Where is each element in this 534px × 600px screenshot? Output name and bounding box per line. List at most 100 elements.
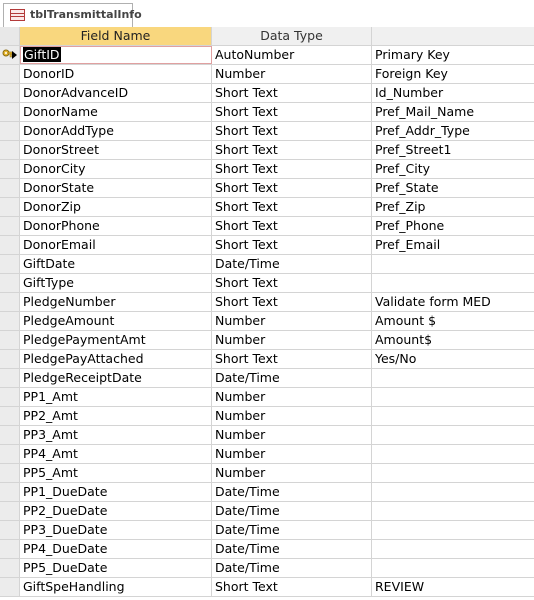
field-row[interactable]: DonorEmail Short Text Pref_Email <box>0 236 534 255</box>
data-type-cell[interactable]: Number <box>212 331 372 349</box>
field-name-cell[interactable]: DonorEmail <box>20 236 212 254</box>
description-cell[interactable]: Primary Key <box>372 46 534 64</box>
field-name-cell[interactable]: DonorZip <box>20 198 212 216</box>
description-cell[interactable] <box>372 274 534 292</box>
field-name-cell[interactable]: PledgeAmount <box>20 312 212 330</box>
field-row[interactable]: GiftDate Date/Time <box>0 255 534 274</box>
data-type-cell[interactable]: Number <box>212 65 372 83</box>
field-name-cell[interactable]: GiftType <box>20 274 212 292</box>
field-row[interactable]: DonorCity Short Text Pref_City <box>0 160 534 179</box>
data-type-cell[interactable]: Date/Time <box>212 559 372 577</box>
row-selector[interactable] <box>0 160 20 178</box>
field-row[interactable]: DonorAdvanceID Short Text Id_Number <box>0 84 534 103</box>
field-name-cell[interactable]: PP1_DueDate <box>20 483 212 501</box>
description-cell[interactable]: Amount$ <box>372 331 534 349</box>
data-type-cell[interactable]: Number <box>212 312 372 330</box>
data-type-cell[interactable]: Number <box>212 445 372 463</box>
data-type-cell[interactable]: Short Text <box>212 350 372 368</box>
row-selector[interactable] <box>0 179 20 197</box>
data-type-cell[interactable]: Date/Time <box>212 540 372 558</box>
row-selector[interactable] <box>0 46 20 64</box>
data-type-cell[interactable]: Date/Time <box>212 502 372 520</box>
row-selector[interactable] <box>0 464 20 482</box>
row-selector[interactable] <box>0 103 20 121</box>
field-name-cell[interactable]: DonorPhone <box>20 217 212 235</box>
column-header-description[interactable] <box>372 27 534 45</box>
column-header-field-name[interactable]: Field Name <box>20 27 212 45</box>
description-cell[interactable] <box>372 407 534 425</box>
field-name-cell[interactable]: PP5_DueDate <box>20 559 212 577</box>
field-name-cell[interactable]: PP1_Amt <box>20 388 212 406</box>
field-name-cell[interactable]: DonorCity <box>20 160 212 178</box>
field-name-cell[interactable]: GiftDate <box>20 255 212 273</box>
data-type-cell[interactable]: Short Text <box>212 103 372 121</box>
row-selector[interactable] <box>0 483 20 501</box>
field-row[interactable]: GiftID AutoNumber Primary Key <box>0 46 534 65</box>
data-type-cell[interactable]: Short Text <box>212 274 372 292</box>
description-cell[interactable]: Validate form MED <box>372 293 534 311</box>
field-name-cell[interactable]: PledgePayAttached <box>20 350 212 368</box>
data-type-cell[interactable]: Short Text <box>212 141 372 159</box>
row-selector[interactable] <box>0 255 20 273</box>
row-selector[interactable] <box>0 65 20 83</box>
data-type-cell[interactable]: Short Text <box>212 198 372 216</box>
description-cell[interactable]: Pref_Email <box>372 236 534 254</box>
field-name-cell[interactable]: DonorID <box>20 65 212 83</box>
data-type-cell[interactable]: Number <box>212 407 372 425</box>
row-selector[interactable] <box>0 578 20 596</box>
description-cell[interactable] <box>372 483 534 501</box>
field-name-cell[interactable]: DonorState <box>20 179 212 197</box>
row-selector[interactable] <box>0 217 20 235</box>
description-cell[interactable] <box>372 388 534 406</box>
select-all-corner[interactable] <box>0 27 20 45</box>
field-name-cell[interactable]: PledgePaymentAmt <box>20 331 212 349</box>
field-row[interactable]: DonorStreet Short Text Pref_Street1 <box>0 141 534 160</box>
row-selector[interactable] <box>0 502 20 520</box>
description-cell[interactable]: Foreign Key <box>372 65 534 83</box>
field-row[interactable]: PP1_DueDate Date/Time <box>0 483 534 502</box>
description-cell[interactable]: Id_Number <box>372 84 534 102</box>
field-name-cell[interactable]: DonorAdvanceID <box>20 84 212 102</box>
row-selector[interactable] <box>0 84 20 102</box>
field-row[interactable]: PP4_DueDate Date/Time <box>0 540 534 559</box>
row-selector[interactable] <box>0 521 20 539</box>
field-name-cell[interactable]: PP3_Amt <box>20 426 212 444</box>
field-row[interactable]: PP4_Amt Number <box>0 445 534 464</box>
description-cell[interactable]: Pref_Phone <box>372 217 534 235</box>
description-cell[interactable]: Pref_Mail_Name <box>372 103 534 121</box>
description-cell[interactable]: Pref_City <box>372 160 534 178</box>
data-type-cell[interactable]: Date/Time <box>212 521 372 539</box>
data-type-cell[interactable]: Number <box>212 426 372 444</box>
field-name-cell[interactable]: PP4_DueDate <box>20 540 212 558</box>
description-cell[interactable] <box>372 540 534 558</box>
description-cell[interactable]: Amount $ <box>372 312 534 330</box>
row-selector[interactable] <box>0 369 20 387</box>
row-selector[interactable] <box>0 141 20 159</box>
description-cell[interactable]: Pref_Addr_Type <box>372 122 534 140</box>
field-row[interactable]: PP3_DueDate Date/Time <box>0 521 534 540</box>
description-cell[interactable] <box>372 369 534 387</box>
row-selector[interactable] <box>0 122 20 140</box>
data-type-cell[interactable]: Short Text <box>212 293 372 311</box>
field-row[interactable]: PledgeNumber Short Text Validate form MED <box>0 293 534 312</box>
field-row[interactable]: PP5_Amt Number <box>0 464 534 483</box>
tab-table-design[interactable]: tblTransmittalInfo <box>3 3 142 27</box>
row-selector[interactable] <box>0 407 20 425</box>
data-type-cell[interactable]: Short Text <box>212 179 372 197</box>
data-type-cell[interactable]: Short Text <box>212 84 372 102</box>
row-selector[interactable] <box>0 198 20 216</box>
field-name-cell[interactable]: GiftID <box>20 46 212 64</box>
description-cell[interactable]: Pref_Street1 <box>372 141 534 159</box>
description-cell[interactable]: Pref_Zip <box>372 198 534 216</box>
field-name-cell[interactable]: PledgeNumber <box>20 293 212 311</box>
row-selector[interactable] <box>0 426 20 444</box>
description-cell[interactable] <box>372 255 534 273</box>
row-selector[interactable] <box>0 445 20 463</box>
field-row[interactable]: PP3_Amt Number <box>0 426 534 445</box>
column-header-data-type[interactable]: Data Type <box>212 27 372 45</box>
row-selector[interactable] <box>0 236 20 254</box>
description-cell[interactable] <box>372 426 534 444</box>
field-row[interactable]: PledgeReceiptDate Date/Time <box>0 369 534 388</box>
field-row[interactable]: PledgeAmount Number Amount $ <box>0 312 534 331</box>
data-type-cell[interactable]: Short Text <box>212 160 372 178</box>
